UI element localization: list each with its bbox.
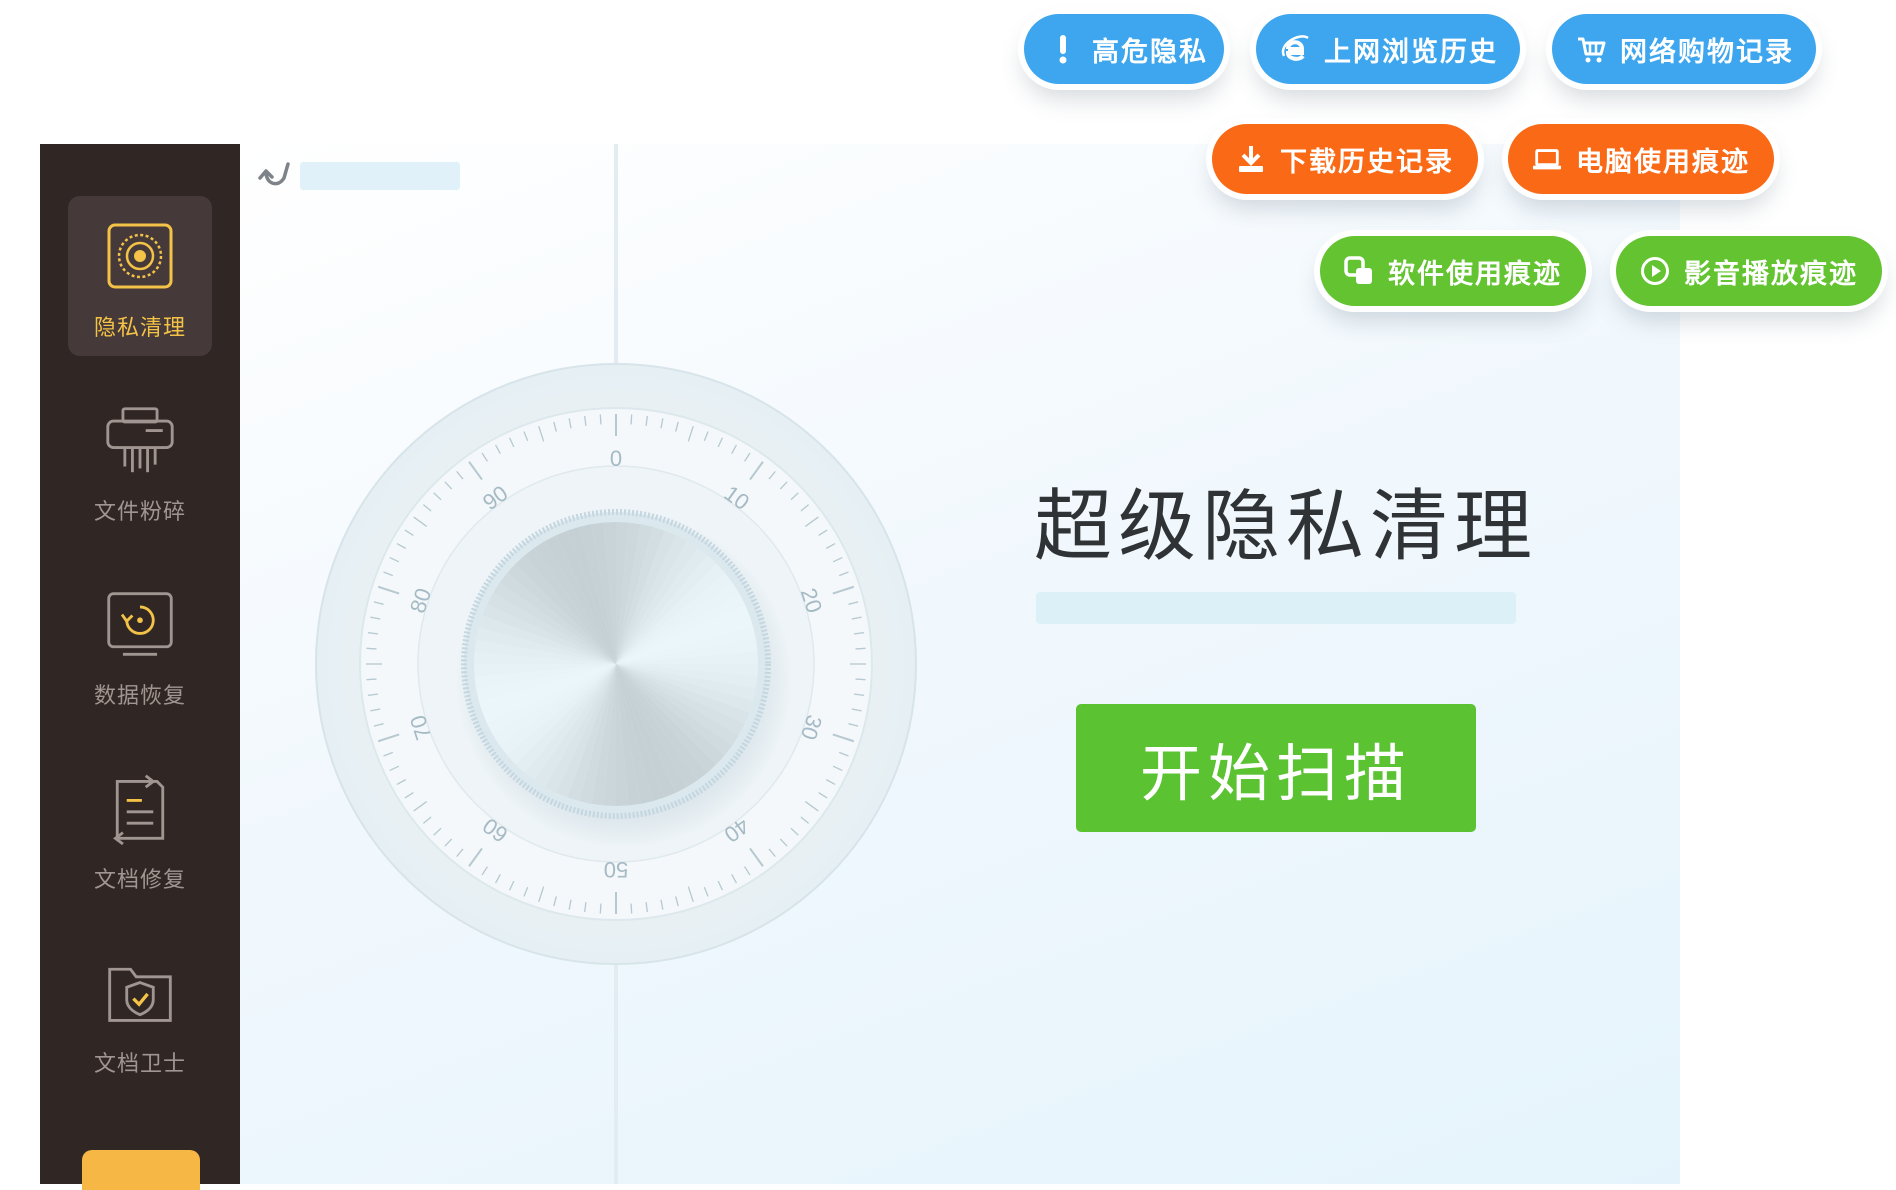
tick-label-50: 50 xyxy=(604,857,628,882)
subtitle-placeholder xyxy=(1036,592,1516,624)
dial-tick xyxy=(630,414,633,425)
sidebar-item-label: 隐私清理 xyxy=(93,316,186,341)
dial-tick xyxy=(599,414,602,425)
sidebar-item-data-recovery[interactable]: 数据恢复 xyxy=(68,564,212,724)
document-guard-icon xyxy=(104,956,176,1028)
exclamation-icon xyxy=(1048,34,1078,64)
back-arrow-icon[interactable] xyxy=(258,158,292,192)
dial-tick xyxy=(855,647,866,650)
main-title: 超级隐私清理 xyxy=(1033,482,1538,572)
privacy-clean-icon xyxy=(104,220,176,292)
category-pill-label: 电脑使用痕迹 xyxy=(1576,146,1750,178)
laptop-icon xyxy=(1532,144,1562,174)
dial-tick xyxy=(630,903,633,914)
download-icon xyxy=(1236,144,1266,174)
sidebar-item-file-shredder[interactable]: 文件粉碎 xyxy=(68,380,212,540)
file-shredder-icon xyxy=(104,404,176,476)
dial-tick xyxy=(366,647,377,650)
start-scan-button[interactable]: 开始扫描 xyxy=(1076,704,1476,832)
category-pill-label: 上网浏览历史 xyxy=(1324,36,1498,68)
sidebar-item-label: 文档修复 xyxy=(93,868,186,893)
tick-label-0: 0 xyxy=(610,446,622,471)
data-recovery-icon xyxy=(104,588,176,660)
dial-tick xyxy=(366,678,377,681)
sidebar-item-label: 数据恢复 xyxy=(93,684,186,709)
ie-browser-icon xyxy=(1280,34,1310,64)
app-windows-icon xyxy=(1344,256,1374,286)
category-pill-software-usage-traces[interactable]: 软件使用痕迹 xyxy=(1320,236,1586,306)
category-pill-label: 影音播放痕迹 xyxy=(1684,258,1858,290)
category-pill-online-shopping[interactable]: 网络购物记录 xyxy=(1552,14,1816,84)
sidebar-item-document-guard[interactable]: 文档卫士 xyxy=(68,932,212,1092)
shopping-cart-icon xyxy=(1576,34,1606,64)
category-pill-computer-usage-traces[interactable]: 电脑使用痕迹 xyxy=(1508,124,1774,194)
sidebar-item-document-repair[interactable]: 文档修复 xyxy=(68,748,212,908)
document-repair-icon xyxy=(104,772,176,846)
category-pill-download-history[interactable]: 下载历史记录 xyxy=(1212,124,1478,194)
sidebar-item-privacy-clean[interactable]: 隐私清理 xyxy=(68,196,212,356)
safe-dial: 0 10 20 30 40 50 60 70 80 90 xyxy=(315,363,917,965)
title-bar-placeholder xyxy=(300,162,460,190)
dial-tick xyxy=(855,678,866,681)
category-pill-label: 下载历史记录 xyxy=(1280,146,1454,178)
dial-tick xyxy=(599,903,602,914)
category-pill-media-playback-traces[interactable]: 影音播放痕迹 xyxy=(1616,236,1882,306)
play-icon xyxy=(1640,256,1670,286)
sidebar: 隐私清理 文件粉碎 数据恢复 文档修复 文档卫士 xyxy=(40,144,240,1190)
sidebar-item-label: 文档卫士 xyxy=(93,1052,186,1077)
category-pill-label: 软件使用痕迹 xyxy=(1388,258,1562,290)
category-pill-label: 网络购物记录 xyxy=(1620,36,1794,68)
category-pill-browsing-history[interactable]: 上网浏览历史 xyxy=(1256,14,1520,84)
category-pill-high-risk-privacy[interactable]: 高危隐私 xyxy=(1024,14,1224,84)
upgrade-tab[interactable] xyxy=(82,1150,200,1190)
sidebar-item-label: 文件粉碎 xyxy=(93,500,186,525)
category-pill-label: 高危隐私 xyxy=(1092,36,1208,68)
